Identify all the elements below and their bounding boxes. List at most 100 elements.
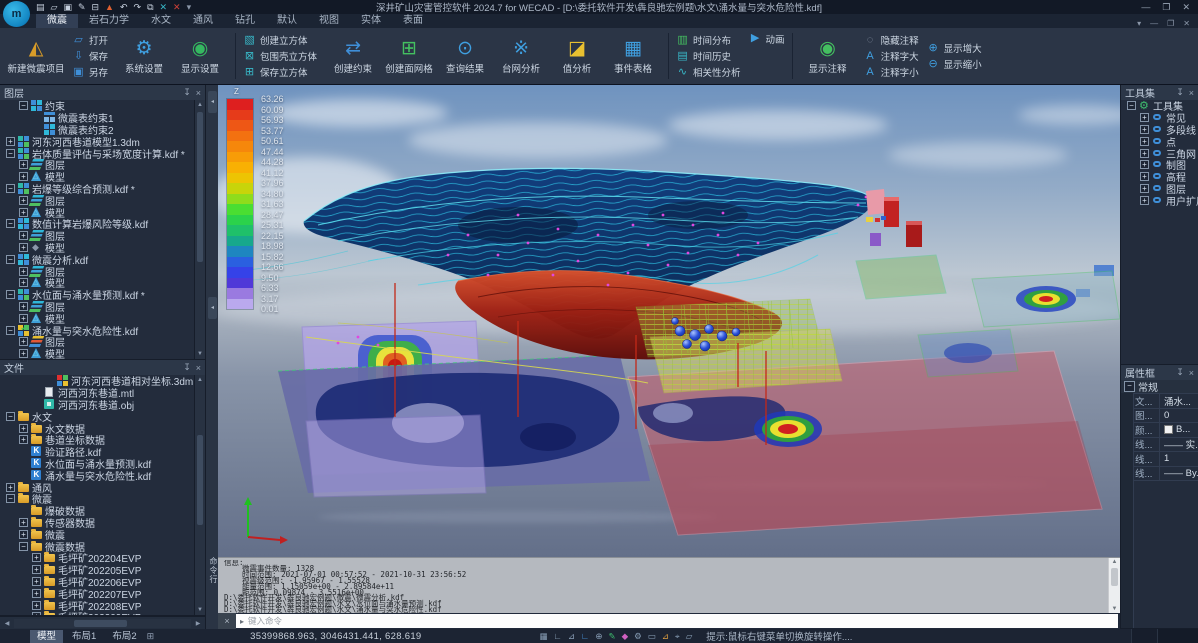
ribbon-button-值分析[interactable]: ◪值分析 <box>549 38 605 75</box>
command-output-panel[interactable]: 信息: 微震事件数量: 1328 时间范围: 2021-07-01 00:57:… <box>218 557 1120 613</box>
close-icon[interactable]: × <box>196 88 201 98</box>
expander-icon[interactable]: + <box>1140 160 1149 169</box>
ribbon-button-创建立方体[interactable]: ▧创建立方体 <box>243 33 317 47</box>
tree-item[interactable]: −岩体质量评估与采场宽度计算.kdf * <box>0 147 194 159</box>
layout-icon[interactable]: ▱ <box>686 630 693 642</box>
tree-item[interactable]: +图层 <box>0 230 194 242</box>
layers-scrollbar[interactable]: ▲ ▼ <box>194 100 205 359</box>
ribbon-button-查询结果[interactable]: ⊙查询结果 <box>437 38 493 75</box>
ortho-icon[interactable]: ⊿ <box>568 630 575 642</box>
tree-item[interactable]: +用户扩展 <box>1121 194 1198 206</box>
tree-item[interactable]: −水位面与涌水量预测.kdf * <box>0 289 194 301</box>
expander-icon[interactable]: + <box>19 243 28 252</box>
expander-icon[interactable]: + <box>19 349 28 358</box>
collapse-handle-icon[interactable]: ◂ <box>208 91 217 113</box>
files-scrollbar[interactable]: ▲ ▼ <box>194 375 205 615</box>
ribbon-button-隐藏注释[interactable]: ◌隐藏注释 <box>864 33 919 47</box>
tree-item[interactable]: −水文 <box>0 410 194 422</box>
close-teal-icon[interactable]: ✕ <box>160 1 168 13</box>
expander-icon[interactable]: + <box>19 267 28 276</box>
ribbon-button-创建面网格[interactable]: ⊞创建面网格 <box>381 38 437 75</box>
ribbon-button-注释字大[interactable]: A注释字大 <box>864 49 919 63</box>
expander-icon[interactable]: + <box>19 172 28 181</box>
expander-icon[interactable]: + <box>19 518 28 527</box>
ribbon-button-另存[interactable]: ▣另存 <box>72 65 108 79</box>
expander-icon[interactable]: − <box>6 255 15 264</box>
tree-item[interactable]: +多段线 <box>1121 124 1198 136</box>
ribbon-button-保存[interactable]: ⇩保存 <box>72 49 108 63</box>
ribbon-tab-表面[interactable]: 表面 <box>392 14 434 28</box>
ribbon-button-注释字小[interactable]: A注释字小 <box>864 65 919 79</box>
tree-item[interactable]: 爆破数据 <box>0 505 194 517</box>
ribbon-tab-岩石力学[interactable]: 岩石力学 <box>78 14 140 28</box>
pin-icon[interactable]: ↧ <box>1176 87 1184 98</box>
doc-control-icon[interactable]: ❐ <box>1167 19 1174 28</box>
ribbon-tab-微震[interactable]: 微震 <box>36 14 78 28</box>
tree-item[interactable]: +毛坪矿202209EVP <box>0 611 194 615</box>
ribbon-button-显示注释[interactable]: ◉显示注释 <box>800 38 856 75</box>
collapse-handle-icon[interactable]: ◂ <box>208 297 217 319</box>
expander-icon[interactable]: + <box>6 137 15 146</box>
expander-icon[interactable]: + <box>19 337 28 346</box>
layout-tab-布局1[interactable]: 布局1 <box>65 630 103 643</box>
scroll-up-icon[interactable]: ▲ <box>195 375 205 385</box>
tree-item[interactable]: +图层 <box>0 336 194 348</box>
ribbon-tab-水文[interactable]: 水文 <box>140 14 182 28</box>
scroll-up-icon[interactable]: ▲ <box>195 100 205 110</box>
resize-grip[interactable] <box>1157 629 1198 643</box>
mesh-grid-planes[interactable] <box>636 299 842 393</box>
layout-tab-布局2[interactable]: 布局2 <box>105 630 143 643</box>
dropdown-icon[interactable]: ▾ <box>187 1 192 13</box>
tree-item[interactable]: +传感器数据 <box>0 517 194 529</box>
expander-icon[interactable]: + <box>1140 172 1149 181</box>
redo-icon[interactable]: ↷ <box>134 1 142 13</box>
expander-icon[interactable]: + <box>32 589 41 598</box>
grid-toggle-icon[interactable]: ▦ <box>540 630 548 642</box>
scroll-left-icon[interactable]: ◀ <box>0 620 14 627</box>
scroll-right-icon[interactable]: ▶ <box>191 620 205 627</box>
ribbon-tab-钻孔[interactable]: 钻孔 <box>224 14 266 28</box>
collapse-icon[interactable]: − <box>1124 381 1135 392</box>
tree-item[interactable]: −微震 <box>0 493 194 505</box>
tree-item[interactable]: +通风 <box>0 481 194 493</box>
tree-item[interactable]: +微震 <box>0 528 194 540</box>
expander-icon[interactable]: + <box>19 302 28 311</box>
ribbon-tab-通风[interactable]: 通风 <box>182 14 224 28</box>
lineweight-icon[interactable]: ▭ <box>648 630 656 642</box>
tree-item[interactable]: −微震分析.kdf <box>0 253 194 265</box>
expander-icon[interactable]: + <box>19 278 28 287</box>
gear-icon[interactable]: ⚙ <box>634 630 642 642</box>
expander-icon[interactable]: + <box>1140 184 1149 193</box>
expander-icon[interactable]: − <box>6 184 15 193</box>
ribbon-button-显示设置[interactable]: ◉显示设置 <box>172 38 228 75</box>
scroll-down-icon[interactable]: ▼ <box>195 605 205 615</box>
close-button[interactable]: ✕ <box>1182 2 1190 13</box>
undo-icon[interactable]: ↶ <box>120 1 128 13</box>
snap-icon[interactable]: ∟ <box>554 630 562 642</box>
ribbon-button-包围壳立方体[interactable]: ⊠包围壳立方体 <box>243 49 317 63</box>
groundwater-contour-plane[interactable] <box>278 355 650 497</box>
ribbon-button-相关性分析[interactable]: ∿相关性分析 <box>676 65 741 79</box>
viewport-3d-scene[interactable]: Z 63.2660.0956.9353.7750.6147.4444.2841.… <box>218 85 1120 557</box>
ribbon-button-新建微震项目[interactable]: ◭新建微震项目 <box>8 38 64 75</box>
doc-control-icon[interactable]: ✕ <box>1183 19 1190 28</box>
expander-icon[interactable]: + <box>19 314 28 323</box>
restore-button[interactable]: ❐ <box>1162 2 1170 13</box>
tree-item[interactable]: +模型 <box>0 348 194 359</box>
expander-icon[interactable]: − <box>6 149 15 158</box>
close-icon[interactable]: × <box>196 363 201 373</box>
close-icon[interactable]: × <box>1189 368 1194 378</box>
expander-icon[interactable]: + <box>19 231 28 240</box>
edit-icon[interactable]: ✎ <box>78 1 86 13</box>
expander-icon[interactable]: − <box>6 326 15 335</box>
minimize-button[interactable]: — <box>1141 2 1150 13</box>
expander-icon[interactable]: + <box>32 553 41 562</box>
expander-icon[interactable]: − <box>1127 101 1136 110</box>
app-a-icon[interactable]: ▲ <box>105 1 114 13</box>
ribbon-button-系统设置[interactable]: ⚙系统设置 <box>116 38 172 75</box>
anomaly-plane-right[interactable] <box>972 271 1120 327</box>
expander-icon[interactable]: + <box>19 424 28 433</box>
tree-item[interactable]: +图层 <box>0 265 194 277</box>
scroll-up-icon[interactable]: ▲ <box>1109 558 1120 567</box>
layout-tab-模型[interactable]: 模型 <box>30 630 63 643</box>
